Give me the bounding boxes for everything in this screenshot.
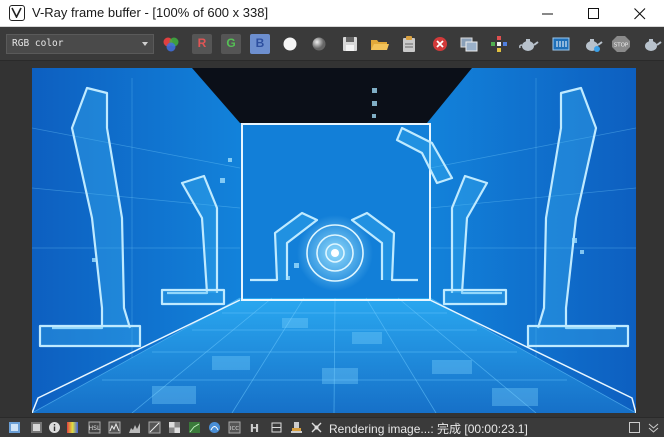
render-artwork <box>32 68 636 413</box>
close-button[interactable] <box>617 0 663 27</box>
teapot-last-icon[interactable] <box>640 33 662 55</box>
region-toggle-icon[interactable] <box>310 421 323 434</box>
vfb-toolbar: RGB color R G B STOP <box>0 27 664 61</box>
red-channel-button[interactable]: R <box>192 34 212 54</box>
stop-render-icon[interactable]: STOP <box>610 33 632 55</box>
panel-toggle-icon[interactable] <box>628 421 641 434</box>
svg-text:H: H <box>250 422 259 434</box>
svg-text:HSL: HSL <box>89 425 101 432</box>
alpha-white-icon[interactable] <box>279 33 301 55</box>
channel-value: RGB color <box>12 38 64 49</box>
bg-image-icon[interactable] <box>168 421 181 434</box>
chevron-down-icon[interactable] <box>647 421 660 434</box>
mono-icon[interactable] <box>308 33 330 55</box>
open-folder-icon[interactable] <box>368 33 390 55</box>
channel-dropdown[interactable]: RGB color <box>6 34 154 54</box>
svg-text:STOP: STOP <box>614 43 629 49</box>
teapot-interactive-icon[interactable] <box>581 33 603 55</box>
exposure-icon[interactable] <box>148 421 161 434</box>
status-bar: HSL ICC H Rendering image...: 完成 [00:00:… <box>0 417 664 437</box>
pixel-aspect-icon[interactable] <box>270 421 283 434</box>
status-message: Rendering image...: 完成 [00:00:23.1] <box>329 422 528 436</box>
icc-icon[interactable]: ICC <box>228 421 241 434</box>
render-viewport[interactable] <box>0 61 664 417</box>
lens-effects-icon[interactable] <box>66 421 79 434</box>
clipboard-icon[interactable] <box>398 33 420 55</box>
teapot-render-icon[interactable] <box>517 33 539 55</box>
maximize-button[interactable] <box>571 0 617 27</box>
curve-icon[interactable] <box>128 421 141 434</box>
window-title: V-Ray frame buffer - [100% of 600 x 338] <box>32 5 269 20</box>
minimize-button[interactable] <box>525 0 571 27</box>
lut-icon[interactable] <box>188 421 201 434</box>
chevron-down-icon <box>142 42 148 46</box>
svg-text:ICC: ICC <box>230 426 239 432</box>
vray-logo-icon <box>9 5 25 21</box>
save-icon[interactable] <box>339 33 361 55</box>
hsl-icon[interactable]: HSL <box>88 421 101 434</box>
levels-icon[interactable] <box>108 421 121 434</box>
film-strip-icon[interactable] <box>550 33 572 55</box>
info-icon[interactable] <box>48 421 61 434</box>
region-render-icon[interactable] <box>488 33 510 55</box>
h-icon[interactable]: H <box>248 421 261 434</box>
channels-icon[interactable] <box>160 33 182 55</box>
clear-icon[interactable] <box>429 33 451 55</box>
stamp-icon[interactable] <box>290 421 303 434</box>
vfb-history-icon[interactable] <box>8 421 21 434</box>
ocio-icon[interactable] <box>208 421 221 434</box>
rendered-image <box>32 68 636 413</box>
title-bar: V-Ray frame buffer - [100% of 600 x 338] <box>0 0 664 27</box>
duplicate-icon[interactable] <box>458 33 480 55</box>
color-correction-icon[interactable] <box>30 421 43 434</box>
blue-channel-button[interactable]: B <box>250 34 270 54</box>
green-channel-button[interactable]: G <box>221 34 241 54</box>
